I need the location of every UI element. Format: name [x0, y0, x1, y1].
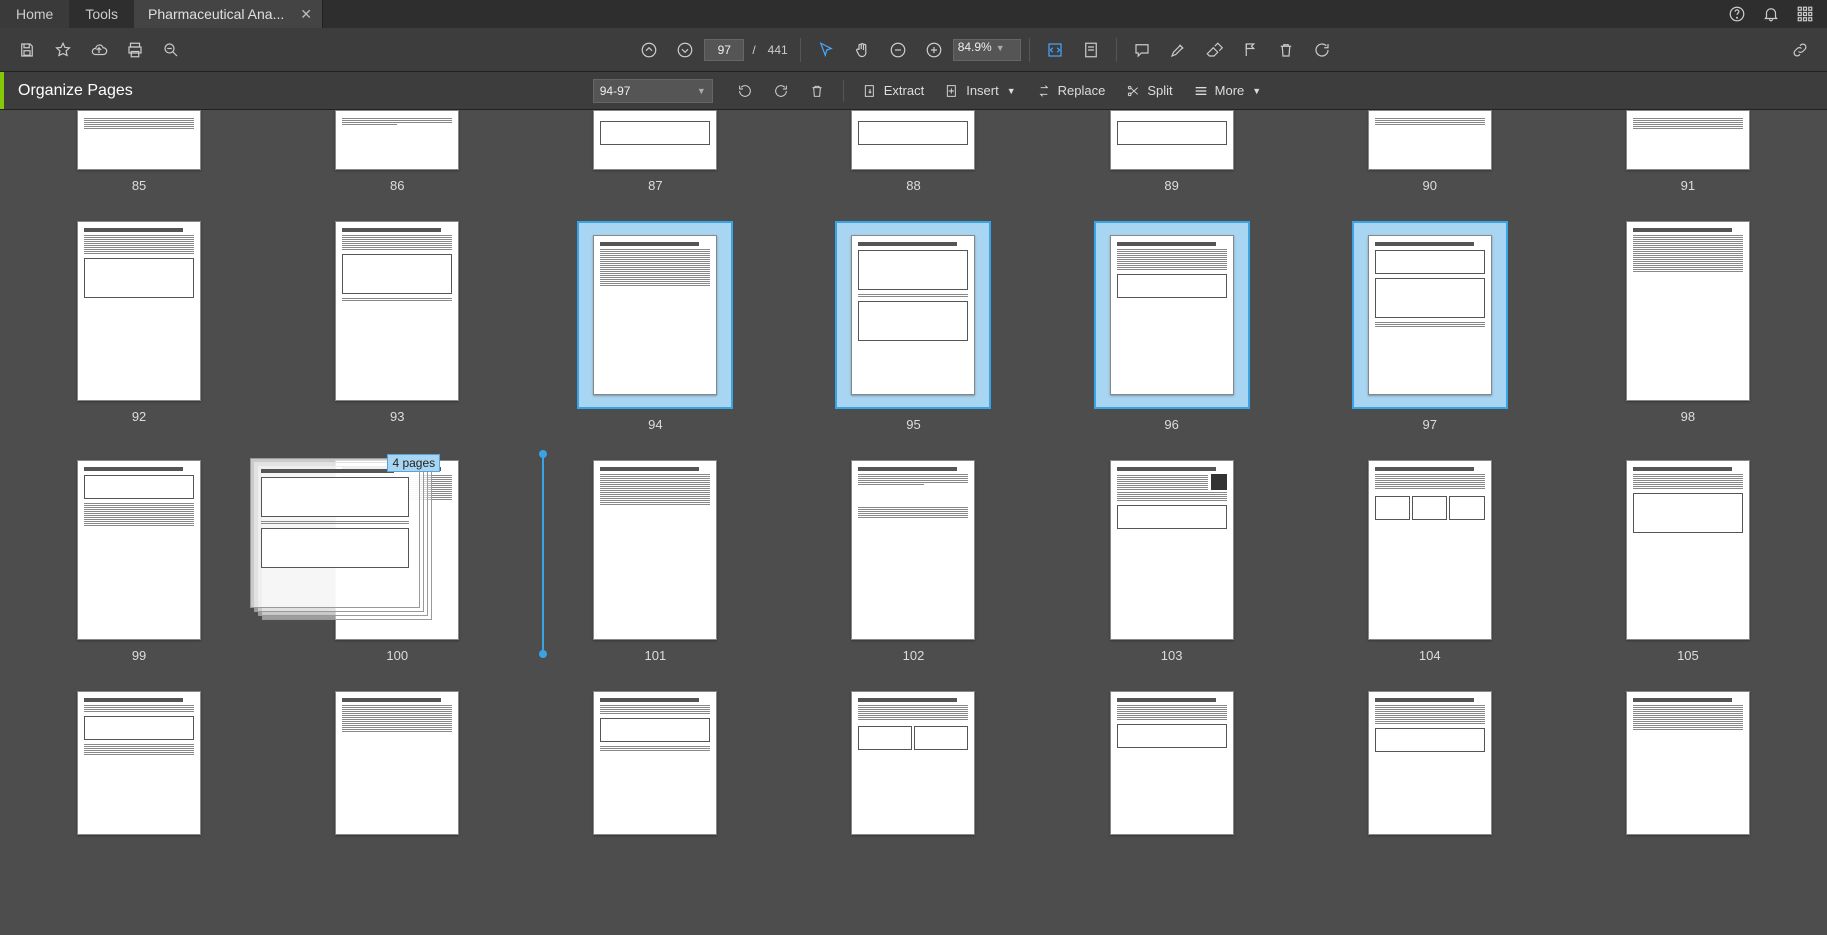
- menu-tools[interactable]: Tools: [69, 0, 134, 28]
- save-icon[interactable]: [10, 33, 44, 67]
- page-thumb-selected[interactable]: 94: [546, 221, 764, 432]
- apps-grid-icon[interactable]: [1795, 4, 1815, 24]
- extract-button[interactable]: Extract: [852, 76, 934, 106]
- total-pages: 441: [764, 43, 792, 57]
- page-thumb[interactable]: [1321, 691, 1539, 835]
- more-button[interactable]: More▼: [1183, 76, 1272, 106]
- zoom-in-icon[interactable]: [917, 33, 951, 67]
- sign-icon[interactable]: [1233, 33, 1267, 67]
- zoom-select[interactable]: 84.9%▼: [953, 39, 1021, 61]
- page-range-select[interactable]: 94-97▼: [593, 79, 713, 103]
- menu-home[interactable]: Home: [0, 0, 69, 28]
- page-thumb[interactable]: [1063, 691, 1281, 835]
- page-thumb[interactable]: [288, 691, 506, 835]
- pointer-icon[interactable]: [809, 33, 843, 67]
- page-down-icon[interactable]: [668, 33, 702, 67]
- thumbnail-area[interactable]: 85 86 87 88 89 90 91 92 93 94 95 96 97 9…: [0, 110, 1827, 935]
- page-sep: /: [748, 43, 759, 57]
- page-thumb[interactable]: [30, 691, 248, 835]
- cloud-upload-icon[interactable]: [82, 33, 116, 67]
- page-thumb[interactable]: 92: [30, 221, 248, 432]
- page-thumb[interactable]: 89: [1063, 110, 1281, 193]
- fit-width-icon[interactable]: [1038, 33, 1072, 67]
- page-thumb[interactable]: 104: [1321, 460, 1539, 663]
- delete-pages-button[interactable]: [799, 76, 835, 106]
- rotate-ccw-button[interactable]: [727, 76, 763, 106]
- page-thumb[interactable]: 105: [1579, 460, 1797, 663]
- page-thumb-selected[interactable]: 96: [1063, 221, 1281, 432]
- page-thumb[interactable]: [1579, 691, 1797, 835]
- replace-button[interactable]: Replace: [1026, 76, 1116, 106]
- page-thumb[interactable]: 85: [30, 110, 248, 193]
- help-icon[interactable]: [1727, 4, 1747, 24]
- page-thumb[interactable]: 101: [546, 460, 764, 663]
- page-thumb[interactable]: 86: [288, 110, 506, 193]
- close-icon[interactable]: ✕: [300, 6, 312, 23]
- current-page-input[interactable]: [704, 39, 744, 61]
- split-button[interactable]: Split: [1115, 76, 1182, 106]
- page-thumb[interactable]: 102: [804, 460, 1022, 663]
- page-thumb[interactable]: 99: [30, 460, 248, 663]
- refresh-icon[interactable]: [1305, 33, 1339, 67]
- page-thumb[interactable]: 87: [546, 110, 764, 193]
- link-icon[interactable]: [1783, 33, 1817, 67]
- drop-indicator: [542, 454, 544, 654]
- hand-icon[interactable]: [845, 33, 879, 67]
- page-thumb[interactable]: [546, 691, 764, 835]
- search-minus-icon[interactable]: [154, 33, 188, 67]
- fit-page-icon[interactable]: [1074, 33, 1108, 67]
- bell-icon[interactable]: [1761, 4, 1781, 24]
- page-up-icon[interactable]: [632, 33, 666, 67]
- page-thumb[interactable]: [804, 691, 1022, 835]
- page-thumb[interactable]: 90: [1321, 110, 1539, 193]
- page-thumb-selected[interactable]: 95: [804, 221, 1022, 432]
- comment-icon[interactable]: [1125, 33, 1159, 67]
- trash-icon[interactable]: [1269, 33, 1303, 67]
- zoom-out-icon[interactable]: [881, 33, 915, 67]
- page-thumb[interactable]: 98: [1579, 221, 1797, 432]
- organize-pages-title: Organize Pages: [18, 82, 133, 100]
- erase-icon[interactable]: [1197, 33, 1231, 67]
- insert-button[interactable]: Insert▼: [934, 76, 1025, 106]
- page-thumb[interactable]: 88: [804, 110, 1022, 193]
- document-tab[interactable]: Pharmaceutical Ana... ✕: [134, 0, 323, 28]
- star-icon[interactable]: [46, 33, 80, 67]
- page-thumb[interactable]: 103: [1063, 460, 1281, 663]
- page-thumb[interactable]: 91: [1579, 110, 1797, 193]
- page-thumb[interactable]: 100 4 pages: [288, 460, 506, 663]
- page-thumb-selected[interactable]: 97: [1321, 221, 1539, 432]
- tab-title: Pharmaceutical Ana...: [148, 6, 284, 22]
- page-thumb[interactable]: 93: [288, 221, 506, 432]
- rotate-cw-button[interactable]: [763, 76, 799, 106]
- print-icon[interactable]: [118, 33, 152, 67]
- highlight-icon[interactable]: [1161, 33, 1195, 67]
- accent-strip: [0, 72, 4, 109]
